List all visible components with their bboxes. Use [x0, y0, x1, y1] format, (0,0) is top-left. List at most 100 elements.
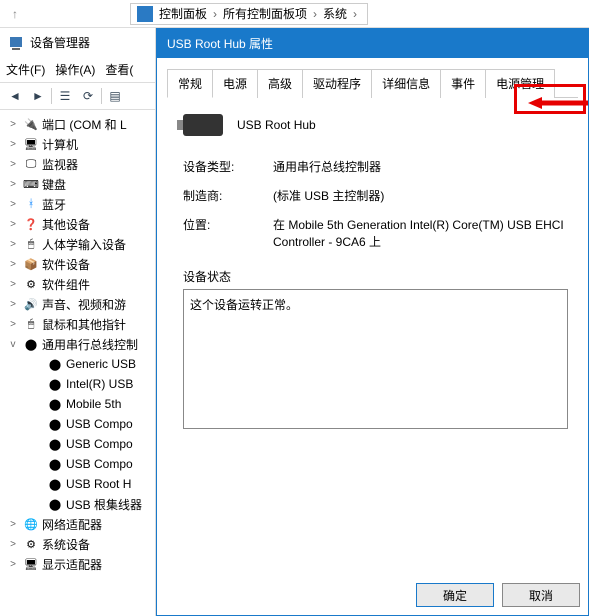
- expand-icon[interactable]: >: [6, 219, 20, 230]
- disp-icon: 🖥: [23, 556, 39, 572]
- explorer-top-bar: ↑ 控制面板 › 所有控制面板项 › 系统 ›: [0, 0, 589, 28]
- tree-child-item[interactable]: ⬤USB Compo: [2, 434, 153, 454]
- tree-label: 通用串行总线控制: [42, 336, 138, 353]
- nav-up[interactable]: ↑: [4, 4, 26, 24]
- tree-item[interactable]: >❓其他设备: [2, 214, 153, 234]
- tree-label: 端口 (COM 和 L: [42, 116, 127, 133]
- tree-label: 系统设备: [42, 536, 90, 553]
- tree-child-item[interactable]: ⬤Generic USB: [2, 354, 153, 374]
- tree-child-item[interactable]: ⬤USB 根集线器: [2, 494, 153, 514]
- tree-item[interactable]: >🖥计算机: [2, 134, 153, 154]
- breadcrumb-item[interactable]: 控制面板: [159, 5, 207, 22]
- mouse-icon: 🖱: [23, 316, 39, 332]
- usb-icon: ⬤: [47, 496, 63, 512]
- chevron-right-icon: ›: [349, 7, 361, 21]
- tab-4[interactable]: 详细信息: [371, 69, 441, 98]
- tree-label: 软件设备: [42, 256, 90, 273]
- tree-item[interactable]: >🌐网络适配器: [2, 514, 153, 534]
- expand-icon[interactable]: >: [6, 259, 20, 270]
- tree-label: Generic USB: [66, 357, 136, 371]
- tree-child-item[interactable]: ⬤USB Compo: [2, 454, 153, 474]
- tree-label: USB 根集线器: [66, 496, 142, 513]
- tree-label: 计算机: [42, 136, 78, 153]
- toolbar-fwd[interactable]: ►: [27, 86, 49, 106]
- tree-item[interactable]: >ᚼ蓝牙: [2, 194, 153, 214]
- expand-icon[interactable]: >: [6, 139, 20, 150]
- tree-item[interactable]: >📦软件设备: [2, 254, 153, 274]
- tree-item[interactable]: >⌨键盘: [2, 174, 153, 194]
- menu-view[interactable]: 查看(: [105, 61, 133, 78]
- expand-icon[interactable]: >: [6, 159, 20, 170]
- expand-icon[interactable]: >: [6, 279, 20, 290]
- cancel-button[interactable]: 取消: [502, 583, 580, 607]
- tree-label: USB Compo: [66, 437, 133, 451]
- tree-item[interactable]: >🔊声音、视频和游: [2, 294, 153, 314]
- usb-icon: ⬤: [47, 376, 63, 392]
- tree-label: 显示适配器: [42, 556, 102, 573]
- tree-item[interactable]: v⬤通用串行总线控制: [2, 334, 153, 354]
- label-manufacturer: 制造商:: [183, 187, 273, 204]
- sw-icon: 📦: [23, 256, 39, 272]
- expand-icon[interactable]: >: [6, 519, 20, 530]
- menu-file[interactable]: 文件(F): [6, 61, 45, 78]
- breadcrumb-item[interactable]: 系统: [323, 5, 347, 22]
- tree-label: Mobile 5th: [66, 397, 121, 411]
- tab-6[interactable]: 电源管理: [485, 69, 555, 98]
- tree-label: 网络适配器: [42, 516, 102, 533]
- expand-icon[interactable]: >: [6, 319, 20, 330]
- device-manager-panel: 设备管理器 文件(F) 操作(A) 查看( ◄ ► ☰ ⟳ ▤ >🔌端口 (CO…: [0, 28, 156, 616]
- tab-2[interactable]: 高级: [257, 69, 303, 98]
- tree-item[interactable]: >🖱鼠标和其他指针: [2, 314, 153, 334]
- chevron-right-icon: ›: [209, 7, 221, 21]
- tree-item[interactable]: >⚙系统设备: [2, 534, 153, 554]
- device-name: USB Root Hub: [237, 118, 316, 132]
- ok-button[interactable]: 确定: [416, 583, 494, 607]
- menu-action[interactable]: 操作(A): [55, 61, 95, 78]
- comp-icon: ⚙: [23, 276, 39, 292]
- tree-item[interactable]: >🖥显示适配器: [2, 554, 153, 574]
- value-device-type: 通用串行总线控制器: [273, 158, 568, 175]
- expand-icon[interactable]: >: [6, 199, 20, 210]
- toolbar-props[interactable]: ▤: [104, 86, 126, 106]
- device-status-text[interactable]: [183, 289, 568, 429]
- device-manager-icon: [8, 35, 24, 51]
- tree-item[interactable]: >🔌端口 (COM 和 L: [2, 114, 153, 134]
- tree-item[interactable]: >⚙软件组件: [2, 274, 153, 294]
- toolbar: ◄ ► ☰ ⟳ ▤: [0, 83, 155, 110]
- usb-icon: ⬤: [23, 336, 39, 352]
- port-icon: 🔌: [23, 116, 39, 132]
- toolbar-back[interactable]: ◄: [4, 86, 26, 106]
- tab-0[interactable]: 常规: [167, 69, 213, 98]
- tree-child-item[interactable]: ⬤USB Root H: [2, 474, 153, 494]
- toolbar-view[interactable]: ☰: [54, 86, 76, 106]
- expand-icon[interactable]: v: [6, 339, 20, 350]
- device-tree[interactable]: >🔌端口 (COM 和 L>🖥计算机>🖵监视器>⌨键盘>ᚼ蓝牙>❓其他设备>🖱人…: [0, 110, 155, 578]
- expand-icon[interactable]: >: [6, 119, 20, 130]
- usb-icon: ⬤: [47, 416, 63, 432]
- usb-icon: ⬤: [47, 456, 63, 472]
- tab-1[interactable]: 电源: [212, 69, 258, 98]
- expand-icon[interactable]: >: [6, 179, 20, 190]
- tree-child-item[interactable]: ⬤USB Compo: [2, 414, 153, 434]
- tree-child-item[interactable]: ⬤Intel(R) USB: [2, 374, 153, 394]
- value-location: 在 Mobile 5th Generation Intel(R) Core(TM…: [273, 216, 568, 250]
- breadcrumb[interactable]: 控制面板 › 所有控制面板项 › 系统 ›: [130, 3, 368, 25]
- expand-icon[interactable]: >: [6, 539, 20, 550]
- tree-label: 声音、视频和游: [42, 296, 126, 313]
- toolbar-refresh[interactable]: ⟳: [77, 86, 99, 106]
- tree-label: 人体学输入设备: [42, 236, 126, 253]
- tree-child-item[interactable]: ⬤Mobile 5th: [2, 394, 153, 414]
- tree-item[interactable]: >🖵监视器: [2, 154, 153, 174]
- tab-3[interactable]: 驱动程序: [302, 69, 372, 98]
- label-device-type: 设备类型:: [183, 158, 273, 175]
- monitor-icon: 🖵: [23, 156, 39, 172]
- expand-icon[interactable]: >: [6, 239, 20, 250]
- expand-icon[interactable]: >: [6, 299, 20, 310]
- tree-item[interactable]: >🖱人体学输入设备: [2, 234, 153, 254]
- tree-label: 蓝牙: [42, 196, 66, 213]
- breadcrumb-item[interactable]: 所有控制面板项: [223, 5, 307, 22]
- expand-icon[interactable]: >: [6, 559, 20, 570]
- net-icon: 🌐: [23, 516, 39, 532]
- tree-label: 监视器: [42, 156, 78, 173]
- tab-5[interactable]: 事件: [440, 69, 486, 98]
